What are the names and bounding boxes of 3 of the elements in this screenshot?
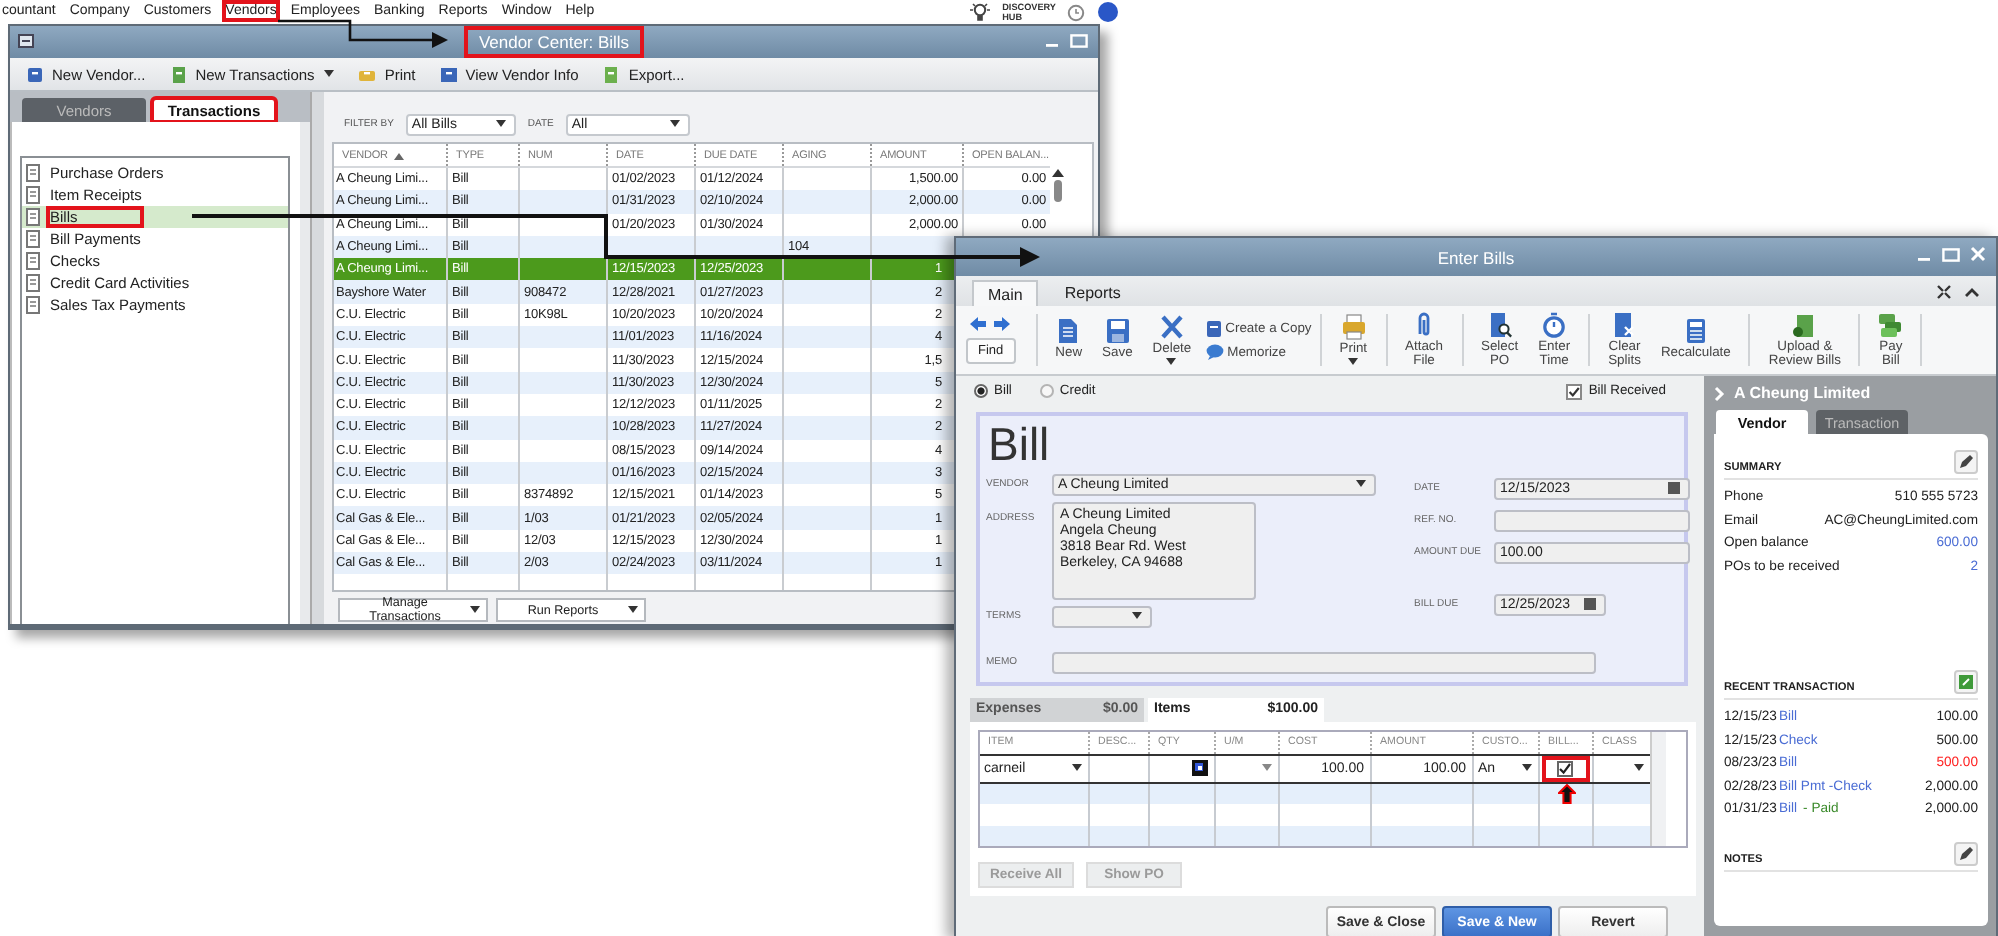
window-title: Vendor Center: Bills	[466, 28, 642, 56]
window-title: Enter Bills	[1437, 247, 1515, 267]
vendor-name: A Cheung Limited	[1734, 384, 1871, 402]
